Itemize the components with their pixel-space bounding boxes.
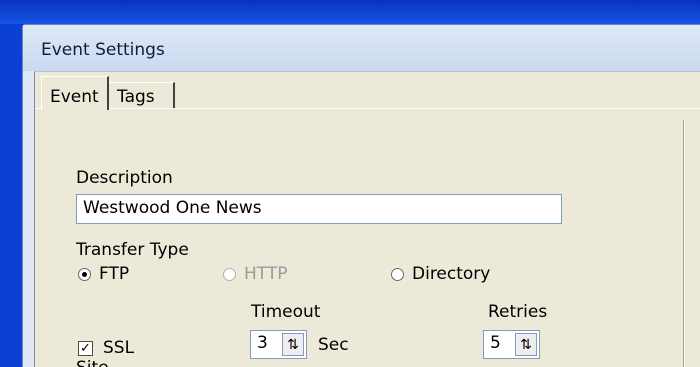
window-title: Event Settings	[41, 40, 165, 60]
retries-label: Retries	[488, 302, 548, 322]
panel-divider	[683, 120, 685, 367]
description-label: Description	[76, 168, 173, 188]
settings-panel: Event Tags Description Westwood One News…	[34, 71, 700, 367]
window-title-bar[interactable]: Event Settings	[23, 25, 700, 71]
radio-ftp-label: FTP	[99, 264, 130, 284]
ssl-label: SSL	[103, 338, 135, 358]
radio-directory-indicator	[391, 267, 404, 281]
description-input[interactable]: Westwood One News	[76, 194, 562, 224]
tab-tags[interactable]: Tags	[109, 82, 175, 108]
timeout-label: Timeout	[251, 302, 321, 322]
tab-divider	[35, 108, 700, 109]
timeout-stepper[interactable]: 3 ⇅	[250, 330, 307, 359]
transfer-type-group: FTP HTTP Directory	[35, 264, 700, 288]
radio-http-indicator	[223, 267, 236, 281]
radio-ftp[interactable]: FTP	[78, 264, 129, 284]
site-label: Site	[76, 358, 109, 367]
retries-value: 5	[490, 333, 501, 353]
retries-spin-icon[interactable]: ⇅	[515, 333, 537, 356]
radio-ftp-indicator	[78, 267, 91, 281]
window-top-band	[0, 0, 700, 24]
retries-stepper[interactable]: 5 ⇅	[483, 330, 540, 359]
timeout-value: 3	[257, 333, 268, 353]
radio-directory-label: Directory	[412, 264, 491, 284]
tab-strip: Event Tags	[35, 72, 700, 110]
ssl-check-icon: ✓	[78, 340, 93, 356]
timeout-spin-icon[interactable]: ⇅	[282, 333, 304, 356]
transfer-type-label: Transfer Type	[76, 240, 189, 260]
timeout-unit: Sec	[318, 335, 349, 355]
radio-directory[interactable]: Directory	[391, 264, 490, 284]
ssl-checkbox[interactable]: ✓ SSL	[78, 338, 134, 358]
radio-http: HTTP	[223, 264, 288, 284]
event-settings-window: Event Settings Event Tags Description We…	[22, 24, 700, 367]
tab-event[interactable]: Event	[41, 76, 109, 110]
radio-http-label: HTTP	[244, 264, 288, 284]
